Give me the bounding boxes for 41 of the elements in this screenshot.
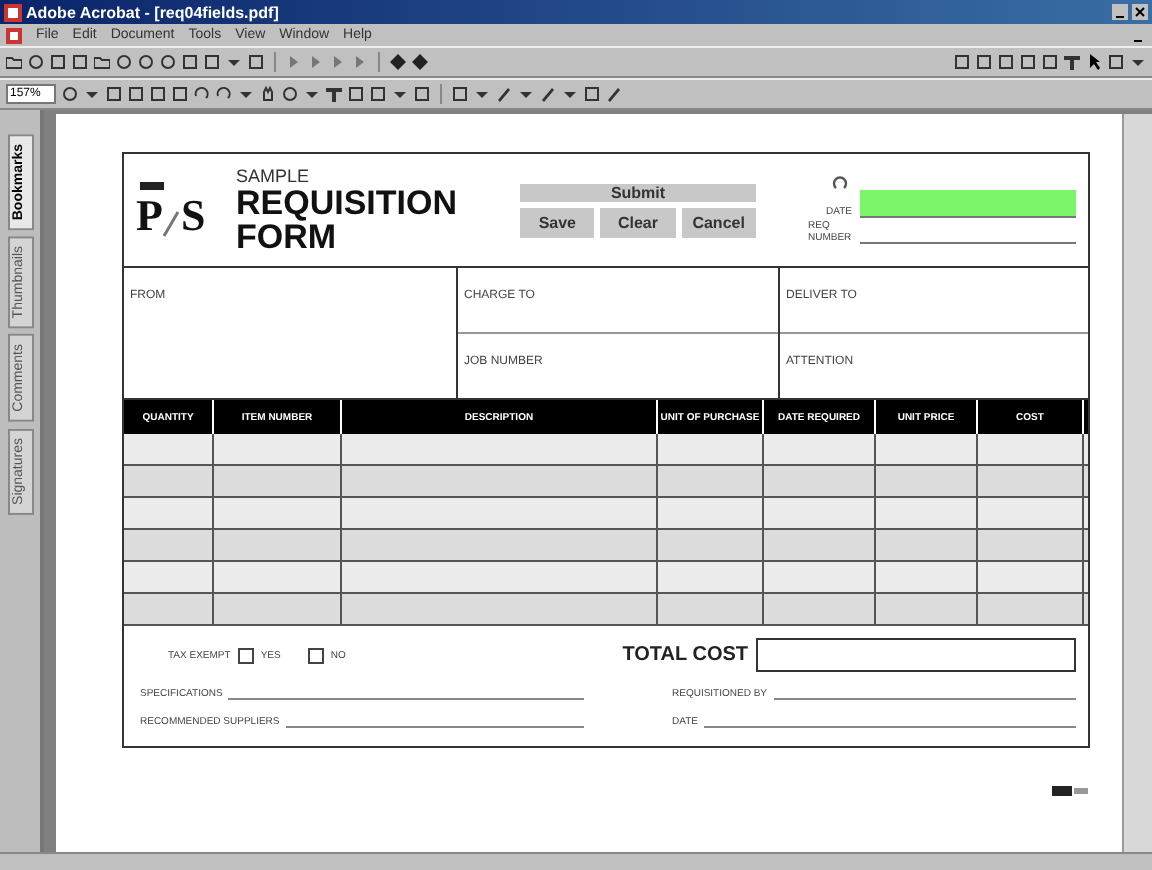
caret-icon[interactable] [304, 86, 320, 102]
folder-icon[interactable] [6, 54, 22, 70]
caret-icon[interactable] [1130, 54, 1146, 70]
form-title: REQUISITION [236, 186, 460, 220]
form-title: FORM [236, 220, 337, 254]
grid-icon[interactable] [584, 86, 600, 102]
grid-icon[interactable] [414, 86, 430, 102]
grid-icon[interactable] [954, 54, 970, 70]
pen-icon[interactable] [606, 86, 622, 102]
window-title: Adobe Acrobat - [req04fields.pdf] [26, 3, 279, 21]
total-cost-label: TOTAL COST [622, 644, 748, 666]
text-tool-icon[interactable] [326, 86, 342, 102]
form-subtitle: SAMPLE [236, 166, 312, 186]
pen-icon[interactable] [540, 86, 556, 102]
close-icon[interactable] [1132, 4, 1148, 20]
form-button[interactable]: Save [520, 207, 595, 237]
form-button[interactable]: Cancel [681, 207, 756, 237]
page-icon[interactable] [1108, 54, 1124, 70]
circle-icon[interactable] [62, 86, 78, 102]
submit-button[interactable]: Submit [520, 183, 756, 201]
checkbox[interactable] [308, 647, 325, 663]
tool-icon[interactable] [1064, 54, 1080, 70]
logo-drawing: P S [136, 182, 224, 238]
caret-icon[interactable] [518, 86, 534, 102]
form-button[interactable]: Clear [600, 207, 676, 237]
caret-icon[interactable] [474, 86, 490, 102]
grid-icon[interactable] [248, 54, 264, 70]
page-icon[interactable] [452, 86, 468, 102]
pointer-icon[interactable] [1086, 54, 1102, 70]
hand-icon[interactable] [260, 86, 276, 102]
date-field[interactable] [860, 190, 1076, 218]
logo-drawing [1052, 786, 1088, 796]
pen-icon[interactable] [496, 86, 512, 102]
total-cost-field[interactable] [756, 638, 1076, 672]
caret-icon[interactable] [84, 86, 100, 102]
caret-icon[interactable] [392, 86, 408, 102]
scrollbar[interactable] [1122, 114, 1152, 852]
minimize-icon[interactable] [1112, 4, 1128, 20]
checkbox[interactable] [238, 647, 255, 663]
circle-icon[interactable] [160, 54, 176, 70]
caret-icon[interactable] [562, 86, 578, 102]
